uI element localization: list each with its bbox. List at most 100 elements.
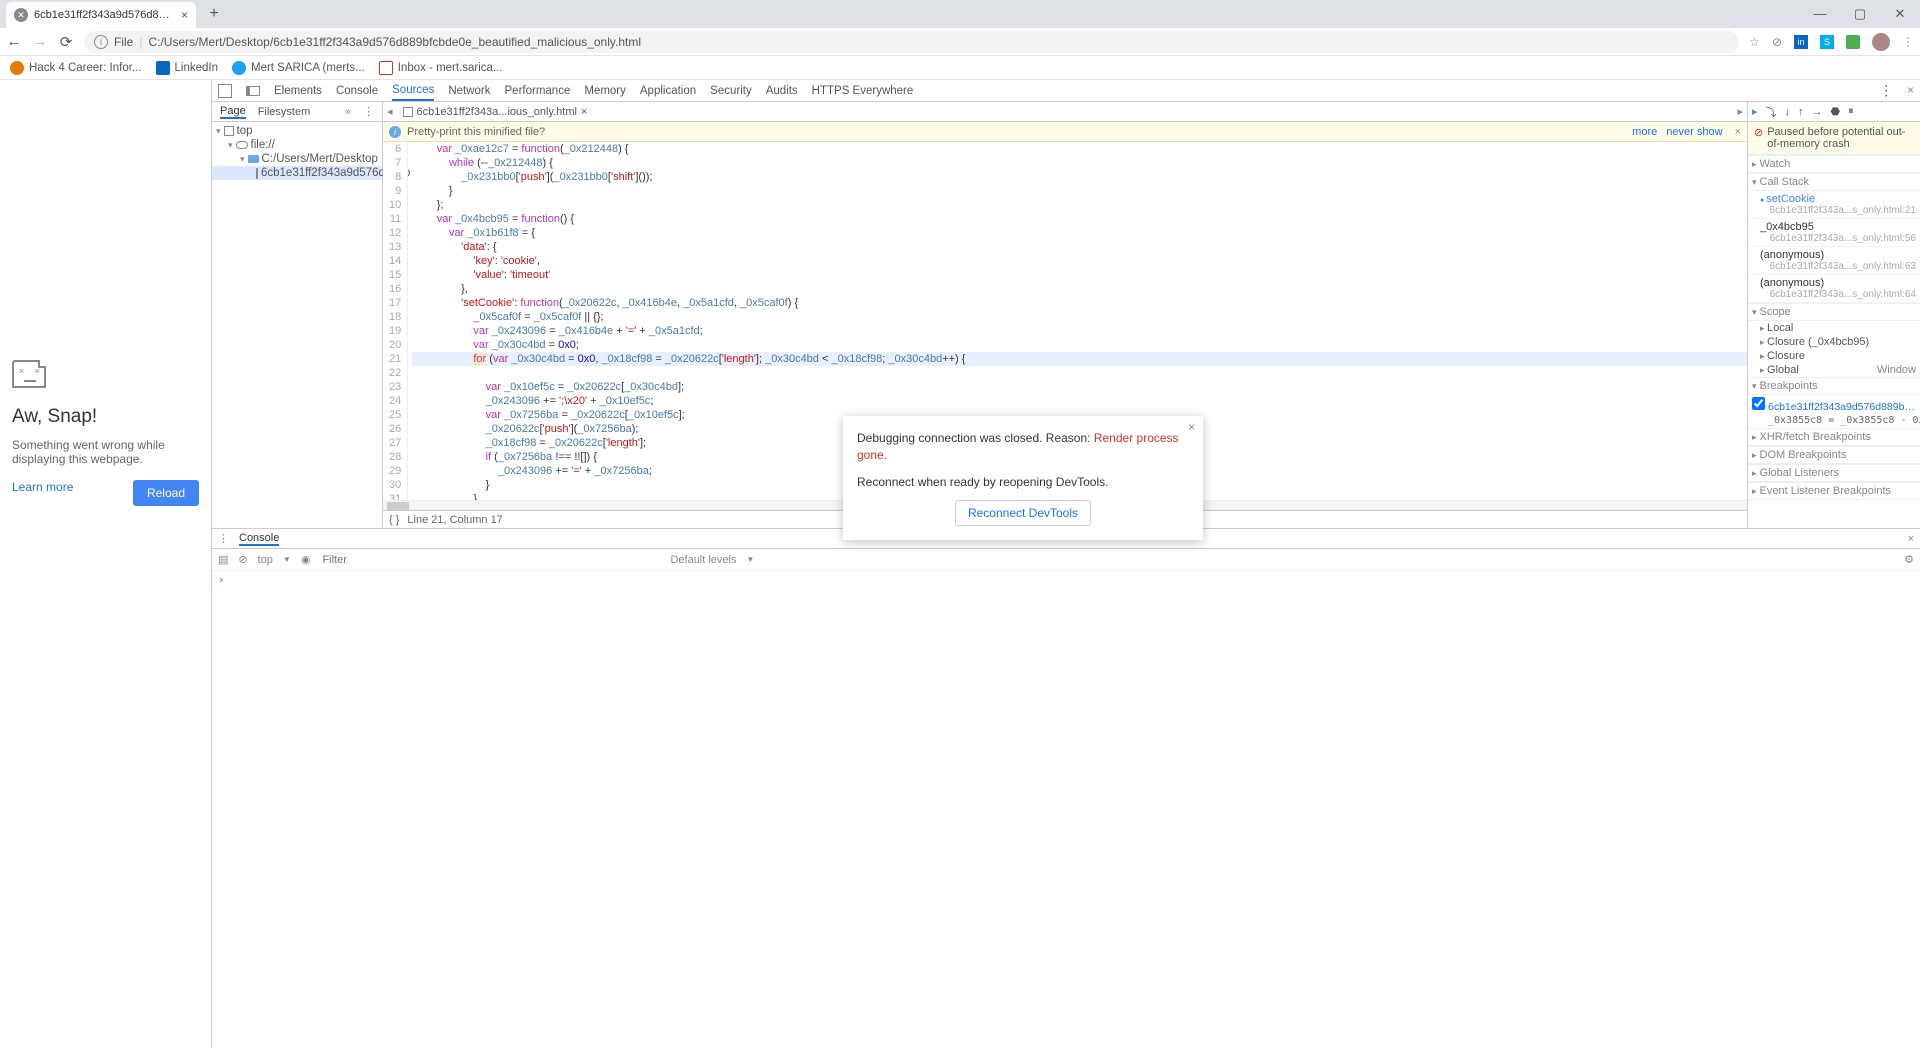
step-icon[interactable]: → [1812, 106, 1823, 118]
scope-row[interactable]: Closure (_0x4bcb95) [1748, 335, 1920, 349]
tree-file[interactable]: 6cb1e31ff2f343a9d576d889b [212, 166, 382, 180]
callstack-frame[interactable]: (anonymous)6cb1e31ff2f343a...s_only.html… [1748, 247, 1920, 275]
forward-button[interactable]: → [32, 33, 48, 50]
devtools-close-icon[interactable]: × [1907, 85, 1914, 97]
drawer-menu-icon[interactable]: ⋮ [218, 532, 229, 545]
pretty-close-icon[interactable]: × [1735, 126, 1741, 138]
nav-more-icon[interactable]: » [345, 106, 351, 118]
tab-https-everywhere[interactable]: HTTPS Everywhere [812, 85, 914, 97]
shield-ext-icon[interactable] [1846, 35, 1860, 49]
breakpoint-checkbox[interactable] [1752, 397, 1765, 410]
pretty-more-link[interactable]: more [1632, 126, 1657, 138]
star-icon[interactable]: ☆ [1749, 35, 1760, 49]
pane-event[interactable]: Event Listener Breakpoints [1748, 482, 1920, 500]
close-window-button[interactable]: ✕ [1880, 6, 1920, 22]
pane-xhr[interactable]: XHR/fetch Breakpoints [1748, 428, 1920, 446]
bookmark-item[interactable]: LinkedIn [156, 61, 218, 75]
maximize-button[interactable]: ▢ [1840, 6, 1880, 22]
tab-sources[interactable]: Sources [392, 84, 434, 101]
menu-icon[interactable]: ⋮ [1902, 35, 1914, 49]
tab-audits[interactable]: Audits [766, 85, 798, 97]
scope-row[interactable]: Closure [1748, 349, 1920, 363]
deactivate-bp-icon[interactable]: ⬣ [1831, 105, 1841, 118]
file-tab-close-icon[interactable]: × [581, 106, 587, 118]
device-toggle-icon[interactable] [246, 86, 260, 96]
file-tab[interactable]: 6cb1e31ff2f343a...ious_only.html× [399, 106, 592, 118]
toolbar-right: ☆ ⊘ in S ⋮ [1749, 33, 1914, 51]
console-levels[interactable]: Default levels [670, 554, 736, 566]
profile-avatar[interactable] [1872, 33, 1890, 51]
block-icon[interactable]: ⊘ [1772, 35, 1782, 49]
pane-breakpoints[interactable]: Breakpoints [1748, 377, 1920, 395]
scope-row[interactable]: GlobalWindow [1748, 363, 1920, 377]
devtools-menu-icon[interactable]: ⋮ [1879, 82, 1893, 99]
drawer-close-icon[interactable]: × [1908, 533, 1914, 545]
tab-application[interactable]: Application [640, 85, 696, 97]
bookmark-item[interactable]: Hack 4 Career: Infor... [10, 61, 142, 75]
pause-exceptions-icon[interactable]: ⏸ [1848, 105, 1854, 118]
back-button[interactable]: ← [6, 33, 22, 50]
pane-scope[interactable]: Scope [1748, 303, 1920, 321]
warning-icon: ⊘ [1754, 126, 1763, 150]
step-over-icon[interactable]: ⤵ [1766, 104, 1777, 120]
tab-performance[interactable]: Performance [505, 85, 571, 97]
tab-memory[interactable]: Memory [584, 85, 626, 97]
skype-ext-icon[interactable]: S [1820, 35, 1834, 49]
tab-console[interactable]: Console [336, 85, 378, 97]
console-context[interactable]: top [258, 554, 273, 566]
console-settings-icon[interactable]: ⚙ [1904, 553, 1914, 566]
sources-navigator: Page Filesystem » ⋮ top file:// C:/Users… [212, 102, 383, 528]
pane-dom[interactable]: DOM Breakpoints [1748, 446, 1920, 464]
tab-network[interactable]: Network [448, 85, 490, 97]
drawer-tab-console[interactable]: Console [239, 532, 279, 546]
new-tab-button[interactable]: + [202, 5, 226, 23]
bookmark-item[interactable]: Mert SARICA (merts... [232, 61, 365, 75]
console-filter-input[interactable] [320, 552, 520, 568]
callstack-frame[interactable]: setCookie6cb1e31ff2f343a...s_only.html:2… [1748, 191, 1920, 219]
browser-tab[interactable]: ✕ 6cb1e31ff2f343a9d576d889bfcb × [6, 2, 196, 28]
breakpoint-item[interactable]: 6cb1e31ff2f343a9d576d889bfcb... [1748, 395, 1920, 415]
bookmark-item[interactable]: Inbox - mert.sarica... [379, 61, 503, 75]
inspect-icon[interactable] [218, 84, 232, 98]
pretty-never-link[interactable]: never show [1666, 126, 1722, 138]
tree-top[interactable]: top [212, 124, 382, 138]
learn-more-link[interactable]: Learn more [12, 480, 73, 494]
nav-tab-page[interactable]: Page [220, 105, 246, 119]
pane-watch[interactable]: Watch [1748, 155, 1920, 173]
console-clear-icon[interactable]: ⊘ [238, 553, 247, 566]
step-out-icon[interactable]: ↑ [1798, 106, 1804, 118]
console-eye-icon[interactable]: ◉ [301, 553, 311, 566]
resume-icon[interactable]: ▸ [1752, 105, 1758, 118]
site-info-icon[interactable]: i [94, 35, 108, 49]
format-icon[interactable]: { } [389, 514, 399, 526]
pane-callstack[interactable]: Call Stack [1748, 173, 1920, 191]
bookmarks-bar: Hack 4 Career: Infor... LinkedIn Mert SA… [0, 56, 1920, 80]
nav-menu-icon[interactable]: ⋮ [363, 105, 374, 118]
console-body[interactable]: › [212, 571, 1920, 1048]
devtools-tabs: Elements Console Sources Network Perform… [212, 80, 1920, 102]
tree-folder[interactable]: C:/Users/Mert/Desktop [212, 152, 382, 166]
pane-global[interactable]: Global Listeners [1748, 464, 1920, 482]
prev-file-icon[interactable]: ◂ [387, 105, 393, 118]
tree-origin[interactable]: file:// [212, 138, 382, 152]
callstack-frame[interactable]: (anonymous)6cb1e31ff2f343a...s_only.html… [1748, 275, 1920, 303]
tab-elements[interactable]: Elements [274, 85, 322, 97]
minimize-button[interactable]: — [1800, 6, 1840, 22]
nav-tab-filesystem[interactable]: Filesystem [258, 106, 311, 118]
dialog-close-icon[interactable]: × [1188, 420, 1195, 434]
step-into-icon[interactable]: ↓ [1785, 106, 1791, 118]
sources-editor: ◂ 6cb1e31ff2f343a...ious_only.html× ▸ i … [383, 102, 1748, 528]
linkedin-ext-icon[interactable]: in [1794, 35, 1808, 49]
omnibox[interactable]: i File | C:/Users/Mert/Desktop/6cb1e31ff… [84, 31, 1739, 53]
reconnect-button[interactable]: Reconnect DevTools [955, 500, 1091, 526]
tab-strip: ✕ 6cb1e31ff2f343a9d576d889bfcb × + — ▢ ✕ [0, 0, 1920, 28]
console-sidebar-icon[interactable]: ▤ [218, 553, 228, 566]
tab-security[interactable]: Security [710, 85, 752, 97]
callstack-frame[interactable]: _0x4bcb956cb1e31ff2f343a...s_only.html:5… [1748, 219, 1920, 247]
next-file-icon[interactable]: ▸ [1737, 105, 1743, 118]
tab-close-icon[interactable]: × [181, 8, 188, 22]
toolbar: ← → ⟳ i File | C:/Users/Mert/Desktop/6cb… [0, 28, 1920, 56]
reload-page-button[interactable]: Reload [133, 480, 199, 506]
reload-button[interactable]: ⟳ [58, 33, 74, 51]
scope-row[interactable]: Local [1748, 321, 1920, 335]
